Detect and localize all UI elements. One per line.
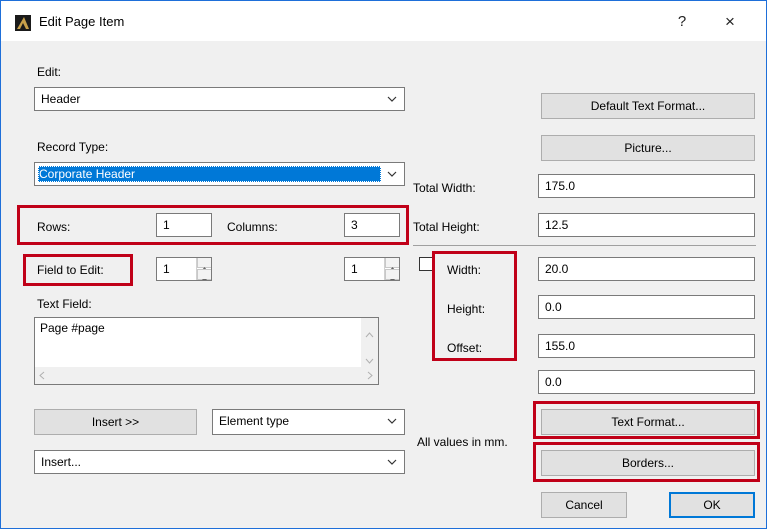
offset-label: Offset: (447, 341, 483, 355)
horizontal-scrollbar[interactable] (35, 367, 378, 384)
picture-button[interactable]: Picture... (541, 135, 755, 161)
extra-value-input[interactable]: 0.0 (538, 370, 755, 394)
spin-down-icon[interactable] (197, 269, 211, 280)
chevron-down-icon (387, 459, 397, 465)
field-to-edit-label: Field to Edit: (37, 263, 104, 277)
ok-button[interactable]: OK (669, 492, 755, 518)
chevron-down-icon (387, 96, 397, 102)
text-field-textarea[interactable]: Page #page (34, 317, 379, 385)
element-type-dropdown[interactable]: Element type (212, 409, 405, 435)
scroll-arrows-icon (365, 332, 374, 364)
insert-button[interactable]: Insert >> (34, 409, 197, 435)
columns-label: Columns: (227, 220, 278, 234)
spin-up-icon[interactable] (385, 258, 399, 270)
height-label: Height: (447, 302, 486, 316)
default-text-format-button[interactable]: Default Text Format... (541, 93, 755, 119)
cancel-button[interactable]: Cancel (541, 492, 627, 518)
separator (413, 245, 756, 246)
total-width-label: Total Width: (413, 181, 476, 195)
width-input[interactable]: 20.0 (538, 257, 755, 281)
edit-dropdown-value: Header (41, 92, 81, 106)
columns-input[interactable]: 3 (344, 213, 400, 237)
borders-button[interactable]: Borders... (541, 450, 755, 476)
vertical-scrollbar[interactable] (361, 318, 378, 367)
units-note: All values in mm. (417, 435, 508, 449)
text-field-value: Page #page (40, 321, 105, 335)
total-width-input[interactable]: 175.0 (538, 174, 755, 198)
record-type-dropdown[interactable]: Corporate Header (34, 162, 405, 186)
rows-input[interactable]: 1 (156, 213, 212, 237)
record-type-value: Corporate Header (39, 167, 136, 181)
field-row-value: 1 (163, 262, 170, 276)
close-button[interactable]: × (712, 9, 748, 35)
field-col-spinner[interactable] (384, 258, 399, 280)
archicad-icon (15, 15, 31, 31)
text-format-button[interactable]: Text Format... (541, 409, 755, 435)
help-button[interactable]: ? (664, 9, 700, 35)
field-row-stepper[interactable]: 1 (156, 257, 212, 281)
chevron-down-icon (387, 418, 397, 424)
field-col-value: 1 (351, 262, 358, 276)
spin-down-icon[interactable] (385, 269, 399, 280)
chevron-down-icon (387, 171, 397, 177)
width-checkbox[interactable] (419, 257, 433, 271)
edit-label: Edit: (37, 65, 62, 79)
scroll-arrows-icon (39, 371, 373, 380)
offset-input[interactable]: 155.0 (538, 334, 755, 358)
field-col-stepper[interactable]: 1 (344, 257, 400, 281)
rows-label: Rows: (37, 220, 71, 234)
total-height-input[interactable]: 12.5 (538, 213, 755, 237)
insert-dropdown-value: Insert... (41, 455, 82, 469)
field-row-spinner[interactable] (196, 258, 211, 280)
height-input[interactable]: 0.0 (538, 295, 755, 319)
window-title: Edit Page Item (39, 14, 125, 29)
text-field-label: Text Field: (37, 297, 92, 311)
insert-dropdown[interactable]: Insert... (34, 450, 405, 474)
element-type-value: Element type (219, 414, 290, 428)
title-bar: Edit Page Item ? × (1, 1, 766, 41)
edit-dropdown[interactable]: Header (34, 87, 405, 111)
edit-page-item-dialog: Edit Page Item ? × Edit: Header Record T… (0, 0, 767, 529)
total-height-label: Total Height: (413, 220, 480, 234)
record-type-label: Record Type: (37, 140, 109, 154)
spin-up-icon[interactable] (197, 258, 211, 270)
width-label: Width: (447, 263, 482, 277)
